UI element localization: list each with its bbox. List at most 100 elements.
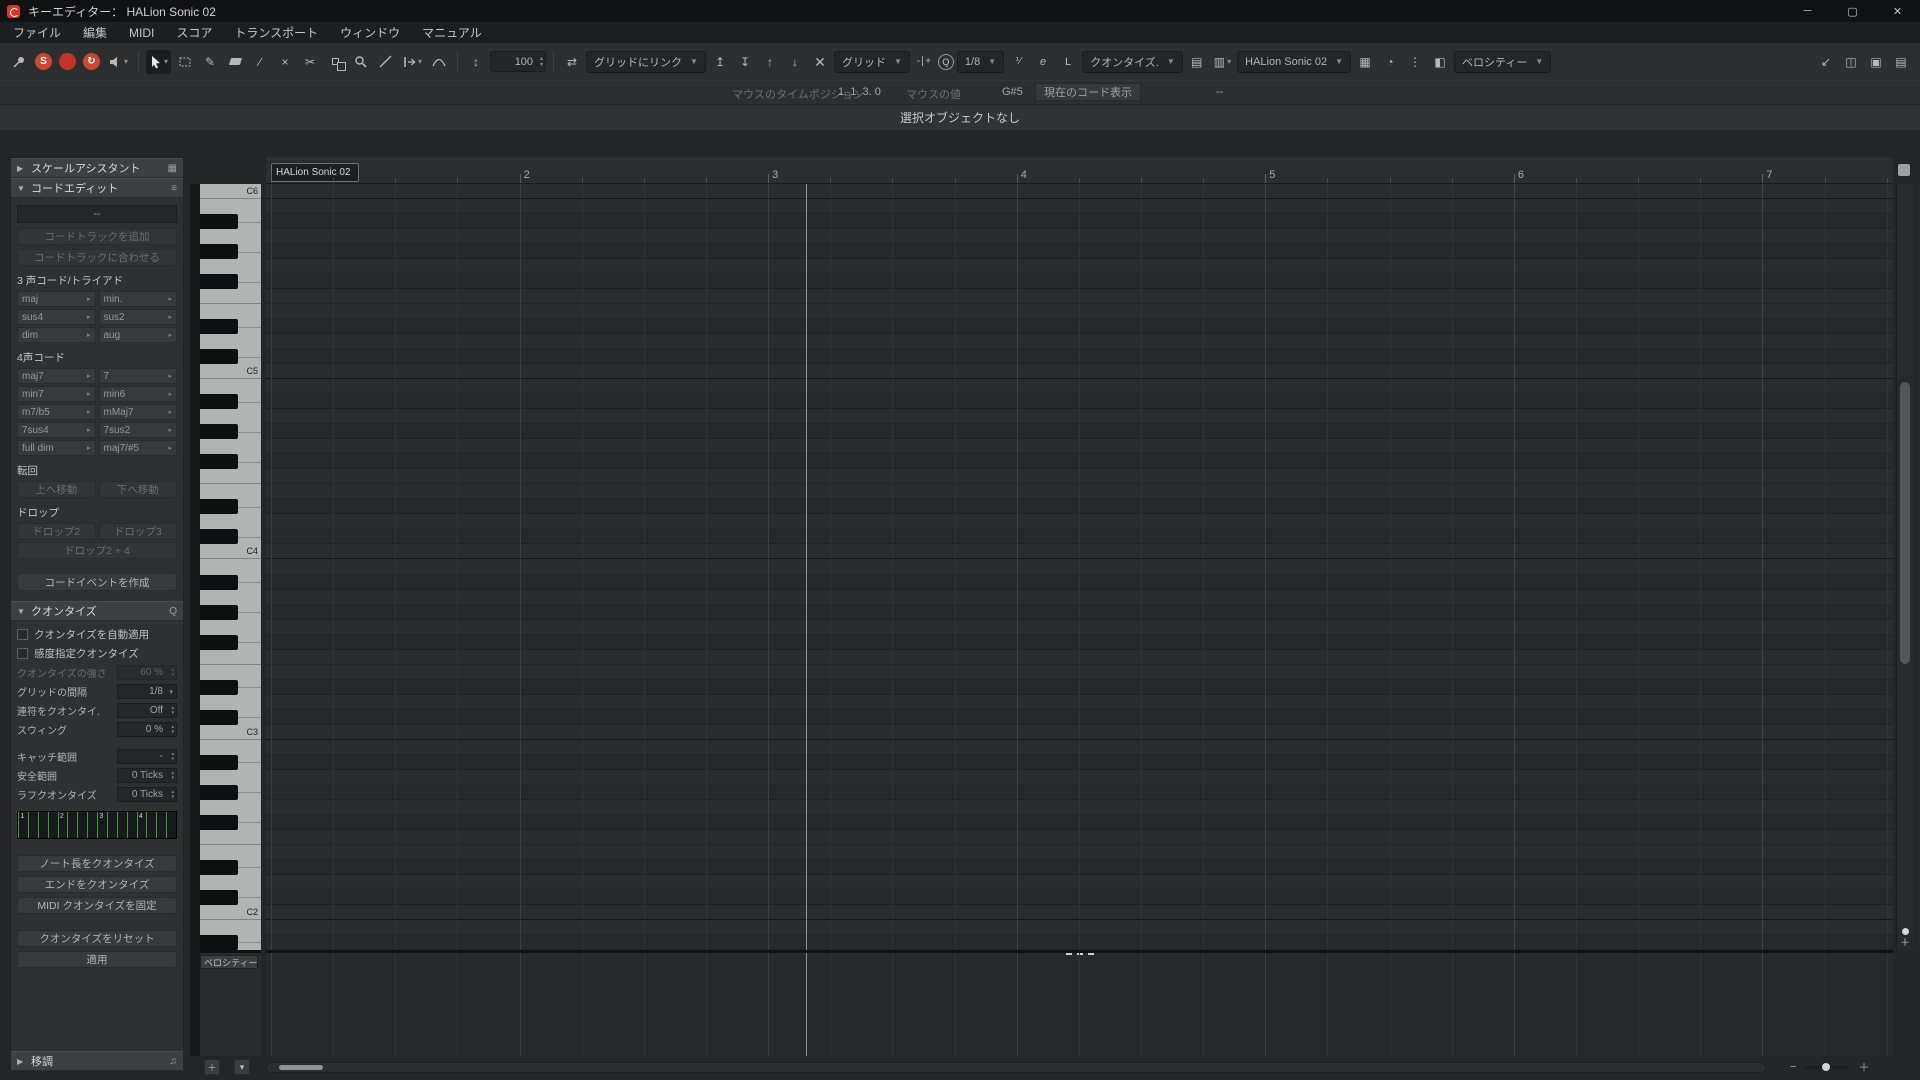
chord-button-7[interactable]: 7 ▸ [98,368,177,384]
chord-button-mMaj7[interactable]: mMaj7 ▸ [98,404,177,420]
piano-key-Fs3[interactable] [200,634,261,650]
quantize-param-value-field[interactable]: 60 % ▴ ▾ [117,665,177,680]
curve-button[interactable] [428,50,450,74]
independent-loop-button[interactable]: ◔ [1379,50,1401,74]
open-in-lower-zone-button[interactable]: ↙ [1815,50,1837,74]
piano-key-B5[interactable] [200,199,261,214]
quantize-param-value-field[interactable]: 0 Ticks ▴ ▾ [117,787,177,802]
stepper-icons[interactable]: ▴ ▾ [540,53,543,70]
piano-key-G5[interactable] [200,259,261,274]
timeline-ruler[interactable]: HALion Sonic 02 2 3 4 5 6 7 [266,157,1893,184]
right-zone-toggle-button[interactable]: ▣ [1865,50,1887,74]
piano-key-F3[interactable] [200,650,261,665]
menu-item-0[interactable]: ファイル [2,22,72,43]
autoscroll-button[interactable]: ▾ [399,50,425,74]
piano-key-Gs3[interactable] [200,604,261,620]
quantize-param-value-field[interactable]: Off ▴ ▾ [117,703,177,718]
piano-key-As4[interactable] [200,394,261,410]
piano-key-As3[interactable] [200,574,261,590]
piano-key-Cs3[interactable] [200,709,261,725]
piano-key-Cs5[interactable] [200,349,261,365]
mute-tool-button[interactable]: × [274,50,296,74]
menu-item-5[interactable]: ウィンドウ [329,22,411,43]
record-in-editor-button[interactable] [59,53,76,70]
draw-tool-button[interactable]: ✎ [199,50,221,74]
piano-key-E3[interactable] [200,665,261,680]
zoom-slider-handle[interactable] [1822,1062,1831,1071]
stepper-icons[interactable]: ▴ ▾ [171,666,174,679]
more-options-button[interactable]: ⋮ [1404,50,1426,74]
edit-active-part-button[interactable]: ▥ ▾ [1211,50,1234,74]
insert-velocity-field[interactable]: 100 ▴ ▾ [490,51,547,72]
match-chord-track-button[interactable]: コードトラックに合わせる [17,249,177,266]
piano-key-A4[interactable] [200,409,261,424]
piano-key-Gs5[interactable] [200,244,261,260]
piano-key-C5[interactable]: C5 [200,364,261,380]
piano-key-F5[interactable] [200,289,261,305]
piano-key-As2[interactable] [200,754,261,770]
piano-key-F2[interactable] [200,830,261,845]
piano-key-B2[interactable] [200,740,261,755]
nudge-start-right-button[interactable]: ↧ [734,50,756,74]
piano-key-Ds3[interactable] [200,679,261,695]
piano-key-B3[interactable] [200,559,261,574]
piano-key-C3[interactable]: C3 [200,725,261,740]
piano-key-Fs4[interactable] [200,454,261,470]
piano-key-D5[interactable] [200,334,261,349]
menu-item-4[interactable]: トランスポート [223,22,329,43]
chord-button-min[interactable]: min. ▸ [98,291,177,307]
piano-key-B4[interactable] [200,379,261,394]
stepper-icons[interactable]: ▴ ▾ [171,769,174,782]
dropdown-arrow-icon[interactable]: ▾ [169,688,173,696]
trim-tool-button[interactable]: ∕ [249,50,271,74]
left-zone-toggle-button[interactable]: ◫ [1840,50,1862,74]
show-part-borders-button[interactable]: ▤ [1186,50,1208,74]
piano-key-G3[interactable] [200,620,261,635]
velocity-lane-label[interactable]: ベロシティー [200,955,258,969]
line-tool-button[interactable] [374,50,396,74]
piano-key-C4[interactable]: C4 [200,544,261,560]
vertical-scrollbar-thumb[interactable] [1900,382,1910,664]
stepper-icons[interactable]: ▴ ▾ [171,723,174,736]
piano-key-Fs2[interactable] [200,814,261,830]
piano-key-As5[interactable] [200,214,261,230]
piano-key-Ds4[interactable] [200,499,261,515]
stepper-icons[interactable]: ▴ ▾ [171,704,174,717]
snap-type-button[interactable]: -∣+ [913,50,935,74]
quantize-param-value-field[interactable]: - ▴ ▾ [117,749,177,764]
loop-button[interactable]: ↻ [83,53,100,70]
close-button[interactable]: ✕ [1875,0,1920,22]
piano-key-As1[interactable] [200,934,261,950]
range-tool-button[interactable] [174,50,196,74]
piano-key-C6[interactable]: C6 [200,184,261,200]
piano-key-E2[interactable] [200,845,261,860]
current-chord-display-button[interactable]: 現在のコード表示 [1035,83,1141,101]
horizontal-scrollbar[interactable] [266,1062,1766,1073]
drop-button-0[interactable]: ドロップ2 [17,523,96,540]
piano-key-C2[interactable]: C2 [200,905,261,920]
insert-velocity-icon-button[interactable]: ↕ [465,50,487,74]
freeze-midi-quantize-button[interactable]: MIDI クオンタイズを固定 [17,897,177,914]
menu-item-2[interactable]: MIDI [118,22,165,43]
menu-item-6[interactable]: マニュアル [411,22,493,43]
edited-part-dropdown[interactable]: HALion Sonic 02 ▼ [1237,50,1351,73]
piano-key-E4[interactable] [200,484,261,499]
chord-button-7sus4[interactable]: 7sus4 ▸ [17,422,96,438]
quantize-param-value-field[interactable]: 0 % ▴ ▾ [117,722,177,737]
glue-tool-button[interactable] [324,50,346,74]
color-mode-button[interactable]: ◧ [1429,50,1451,74]
controller-lane-setup-button[interactable]: ▾ [234,1059,250,1075]
length-link-icon-button[interactable]: ⇄ [561,50,583,74]
menu-item-1[interactable]: 編集 [72,22,118,43]
solo-editor-button[interactable]: S [35,53,52,70]
menu-item-3[interactable]: スコア [165,22,223,43]
grid-link-dropdown[interactable]: グリッドにリンク ▼ [586,50,706,73]
nudge-start-left-button[interactable]: ↥ [709,50,731,74]
piano-key-Ds5[interactable] [200,319,261,335]
quantize-note-length-button[interactable]: ノート長をクオンタイズ [17,855,177,872]
grid-type-dropdown[interactable]: グリッド ▼ [833,50,910,73]
piano-key-A5[interactable] [200,229,261,244]
stepper-icons[interactable]: ▴ ▾ [171,788,174,801]
piano-key-Cs4[interactable] [200,529,261,545]
chord-button-sus2[interactable]: sus2 ▸ [98,309,177,325]
